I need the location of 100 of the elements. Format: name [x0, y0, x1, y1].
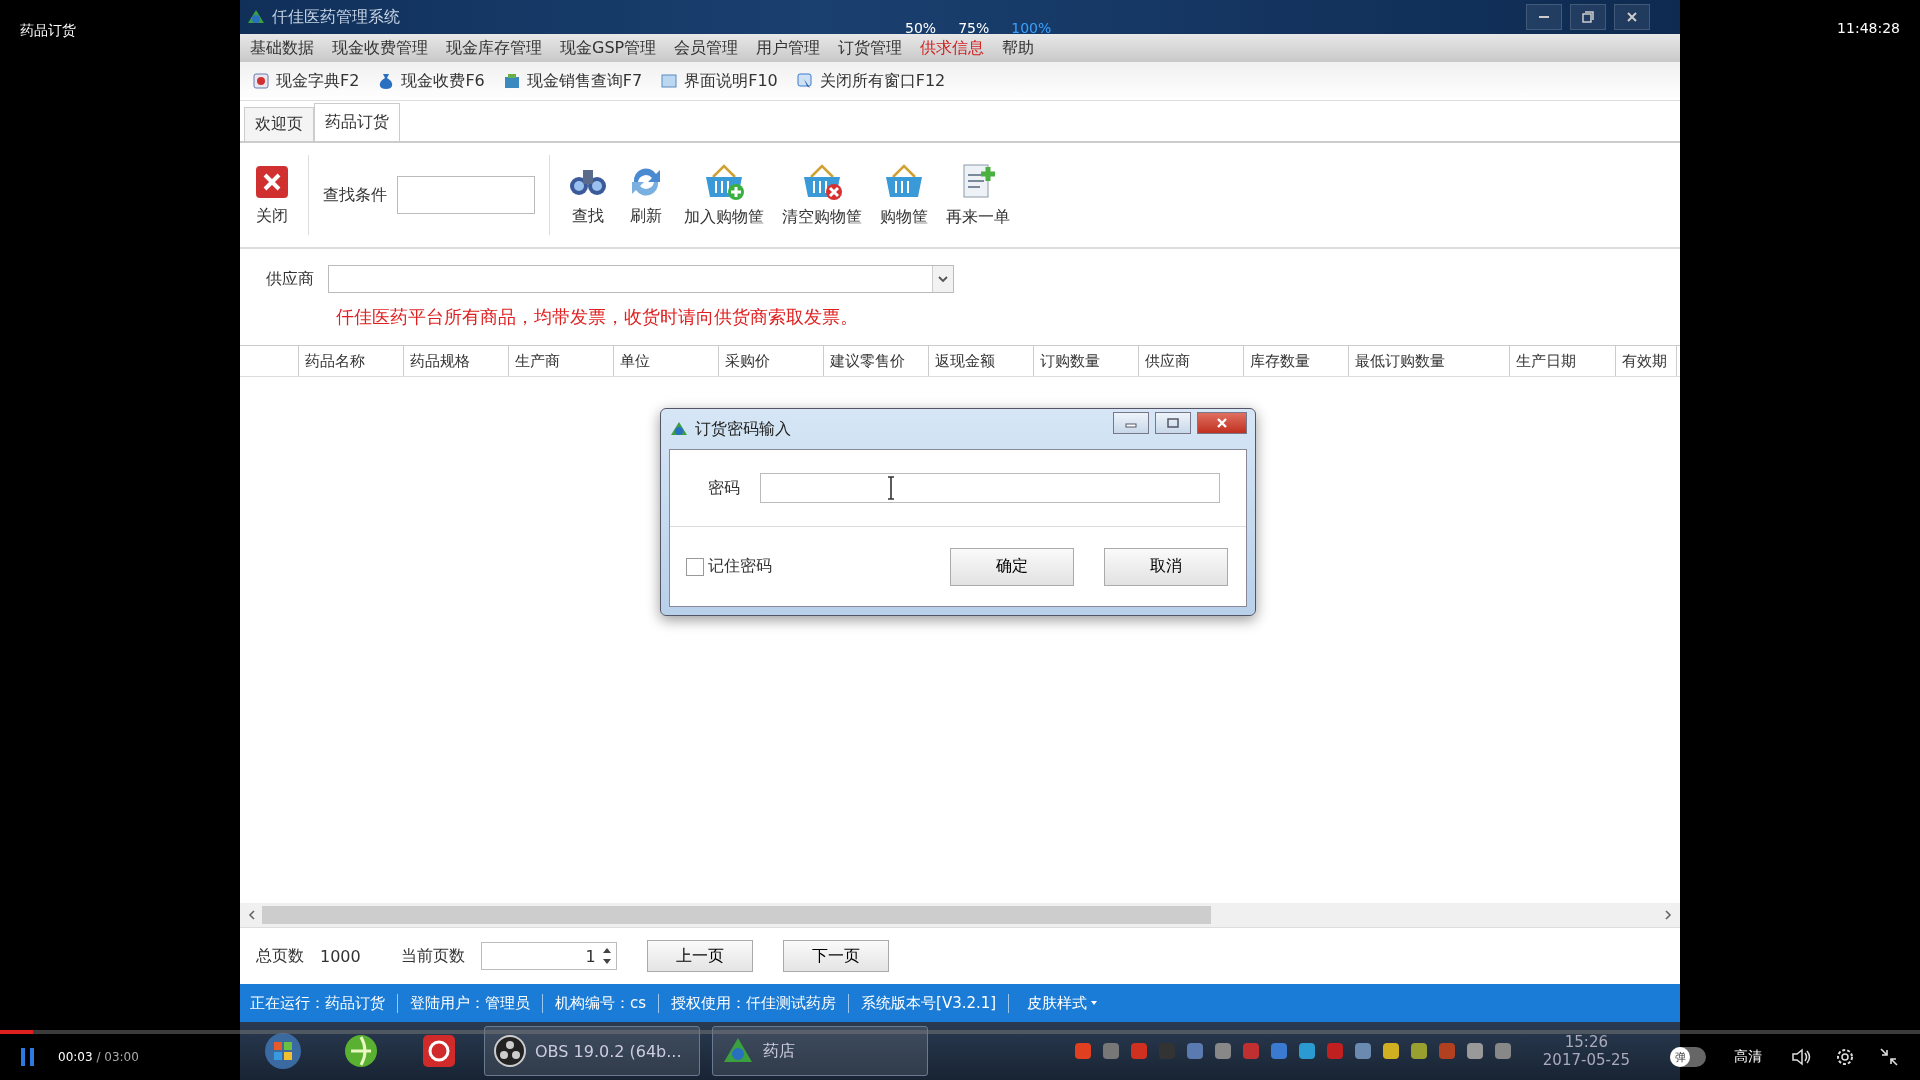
- tool-button[interactable]: 购物筐: [876, 162, 932, 228]
- column-header[interactable]: 最低订购数量: [1349, 346, 1510, 376]
- column-header[interactable]: 采购价: [719, 346, 824, 376]
- tray-icon[interactable]: [1466, 1043, 1483, 1059]
- tray-icon[interactable]: [1410, 1043, 1427, 1059]
- close-button[interactable]: [1197, 412, 1247, 434]
- status-item: 登陆用户：管理员: [410, 993, 543, 1013]
- password-label: 密码: [708, 477, 740, 499]
- column-header[interactable]: 药品规格: [404, 346, 509, 376]
- text-cursor-icon: [886, 475, 896, 501]
- tray-icon[interactable]: [1298, 1043, 1315, 1059]
- restore-button[interactable]: [1155, 412, 1191, 434]
- previous-page-button[interactable]: 上一页: [646, 940, 753, 972]
- menu-item[interactable]: 现金收费管理: [332, 37, 428, 59]
- current-page-label: 当前页数: [400, 945, 465, 967]
- taskbar-clock[interactable]: 15:26 2017-05-25: [1542, 1033, 1630, 1069]
- tab[interactable]: 欢迎页: [244, 107, 314, 141]
- page-spinner[interactable]: 1: [480, 942, 617, 970]
- player-clock: 11:48:28: [1837, 20, 1900, 38]
- tray-icon[interactable]: [1214, 1043, 1231, 1059]
- tray-icon[interactable]: [1354, 1043, 1371, 1059]
- cursor-window-icon: [795, 72, 814, 90]
- three-dots-circle-icon: [493, 1034, 527, 1068]
- tray-icon[interactable]: [1186, 1043, 1203, 1059]
- status-item: 正在运行：药品订货: [250, 993, 398, 1013]
- dialog-title: 订货密码输入: [695, 418, 791, 440]
- playback-time: 00:03 / 03:00: [58, 1050, 139, 1064]
- next-page-button[interactable]: 下一页: [782, 940, 889, 972]
- menu-item[interactable]: 基础数据: [250, 37, 314, 59]
- menu-item[interactable]: 订货管理: [838, 37, 903, 59]
- search-label: 查找条件: [323, 184, 387, 206]
- skin-menu[interactable]: 皮肤样式: [1021, 992, 1105, 1014]
- tool-button[interactable]: 加入购物筐: [680, 162, 768, 228]
- column-header[interactable]: 单位: [614, 346, 719, 376]
- menu-item[interactable]: 用户管理: [756, 37, 821, 59]
- volume-icon[interactable]: [1790, 1046, 1812, 1068]
- menu-item[interactable]: 帮助: [1002, 37, 1035, 59]
- quality-button[interactable]: 高清: [1728, 1047, 1768, 1067]
- zoom-option[interactable]: 100%: [1011, 20, 1052, 36]
- minimize-button[interactable]: [1113, 412, 1149, 434]
- column-header[interactable]: 建议零售价: [824, 346, 929, 376]
- menu-item[interactable]: 现金GSP管理: [560, 37, 657, 59]
- remember-checkbox[interactable]: 记住密码: [686, 556, 772, 577]
- danmaku-toggle[interactable]: 弹: [1670, 1047, 1706, 1067]
- close-tool-button[interactable]: 关闭: [250, 163, 294, 227]
- column-header[interactable]: 有效期: [1616, 346, 1677, 376]
- ok-button[interactable]: 确定: [950, 547, 1074, 586]
- minimize-icon: [1539, 16, 1549, 18]
- caret-icon: [1090, 999, 1099, 1007]
- register-icon: [502, 72, 521, 90]
- status-item: 授权使用：仟佳测试药房: [671, 993, 850, 1013]
- status-item: 系统版本号[V3.2.1]: [861, 993, 1010, 1013]
- column-header[interactable]: 供应商: [1139, 346, 1244, 376]
- taskbar-task[interactable]: OBS 19.0.2 (64b...: [484, 1026, 700, 1076]
- window-icon: [660, 72, 679, 90]
- chevron-down-icon: [937, 273, 949, 285]
- tray-icon[interactable]: [1382, 1043, 1399, 1059]
- cancel-button[interactable]: 取消: [1104, 547, 1228, 586]
- progress-track[interactable]: [0, 1030, 1920, 1034]
- book-icon: [252, 72, 270, 90]
- pause-button[interactable]: [20, 1047, 36, 1067]
- tool-button[interactable]: 再来一单: [942, 162, 1014, 228]
- password-field[interactable]: [760, 473, 1220, 503]
- tray-icon[interactable]: [1102, 1043, 1119, 1059]
- tool-button[interactable]: 清空购物筐: [778, 162, 866, 228]
- column-header[interactable]: 生产商: [509, 346, 614, 376]
- supplier-label: 供应商: [266, 268, 314, 290]
- taskbar-task[interactable]: 药店: [712, 1026, 928, 1076]
- tray-icon[interactable]: [1494, 1043, 1511, 1059]
- restore-icon: [1582, 11, 1594, 23]
- tool-button[interactable]: 刷新: [622, 163, 670, 227]
- menu-item[interactable]: 供求信息: [920, 37, 985, 59]
- window-title: 仟佳医药管理系统: [272, 6, 400, 28]
- horizontal-scrollbar[interactable]: [240, 903, 1680, 927]
- column-header[interactable]: 返现金额: [929, 346, 1034, 376]
- tab[interactable]: 药品订货: [314, 103, 400, 141]
- close-icon: [1626, 11, 1638, 23]
- tray-icon[interactable]: [1074, 1043, 1091, 1059]
- zoom-option[interactable]: 75%: [958, 20, 990, 36]
- zoom-option[interactable]: 50%: [905, 20, 937, 36]
- status-item: 机构编号：cs: [555, 993, 660, 1013]
- quick-button[interactable]: 现金收费F6: [377, 70, 485, 92]
- settings-icon[interactable]: [1834, 1046, 1856, 1068]
- menu-item[interactable]: 会员管理: [674, 37, 739, 59]
- tray-icon[interactable]: [1270, 1043, 1287, 1059]
- column-header[interactable]: 药品名称: [299, 346, 404, 376]
- quick-button[interactable]: 现金字典F2: [252, 70, 360, 92]
- column-header[interactable]: 库存数量: [1244, 346, 1349, 376]
- quick-button[interactable]: 界面说明F10: [660, 70, 778, 92]
- exit-fullscreen-icon[interactable]: [1878, 1046, 1900, 1068]
- column-header[interactable]: 生产日期: [1510, 346, 1616, 376]
- restore-icon: [1167, 417, 1179, 429]
- tool-button[interactable]: 查找: [564, 163, 612, 227]
- search-field[interactable]: [397, 176, 535, 214]
- column-header[interactable]: 订购数量: [1034, 346, 1139, 376]
- menu-item[interactable]: 现金库存管理: [446, 37, 542, 59]
- quick-button[interactable]: 关闭所有窗口F12: [795, 70, 946, 92]
- tray-icon[interactable]: [1130, 1043, 1147, 1059]
- quick-button[interactable]: 现金销售查询F7: [502, 70, 643, 92]
- total-pages-value: 1000: [320, 946, 361, 966]
